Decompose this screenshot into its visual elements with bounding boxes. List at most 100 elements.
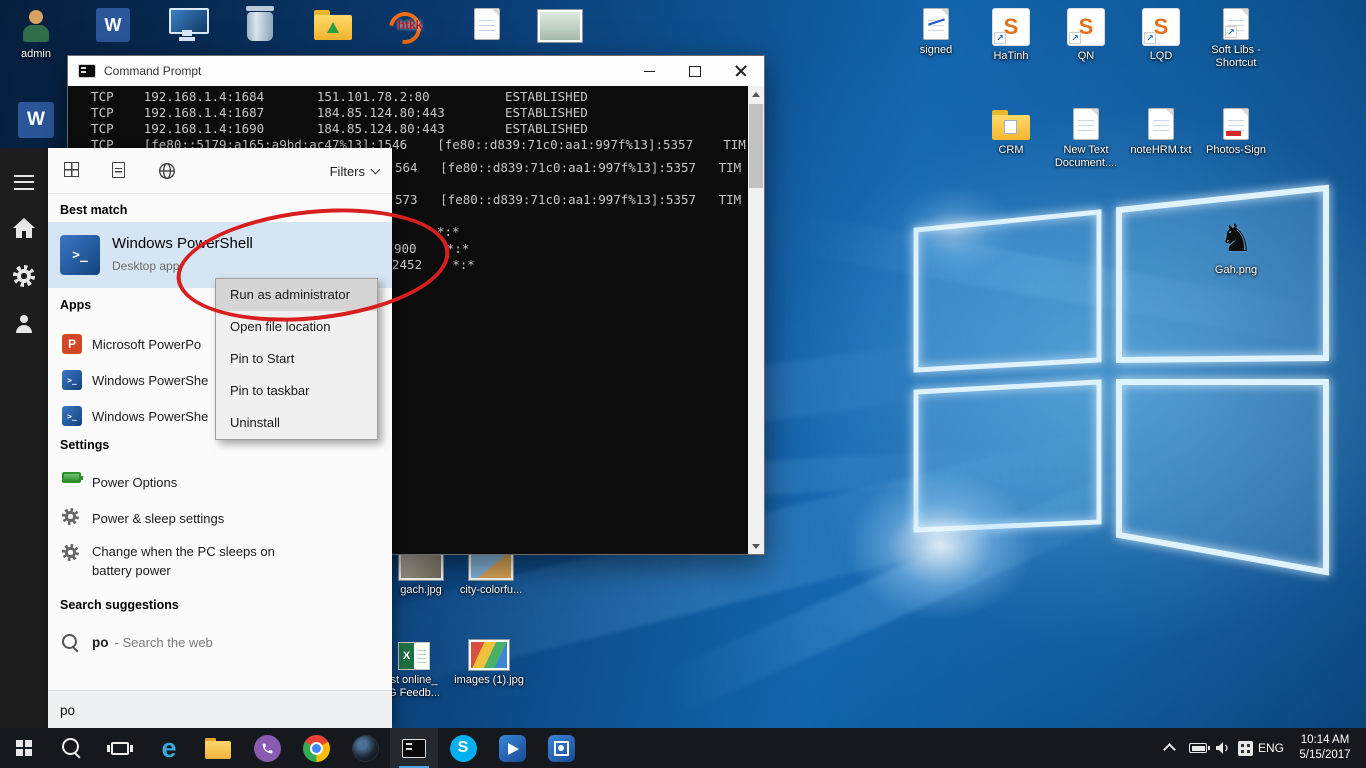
start-button[interactable] — [0, 728, 48, 768]
battery-icon — [1189, 743, 1207, 753]
search-suggestion-result[interactable]: po - Search the web — [48, 624, 392, 660]
gear-icon — [62, 508, 79, 525]
search-flyout-rail — [0, 148, 48, 728]
apps-filter-button[interactable] — [64, 162, 79, 177]
console-line-fragment: 573 [fe80::d839:71c0:aa1:997f%13]:5357 T… — [395, 192, 741, 208]
settings-result-label: Power Options — [92, 464, 177, 500]
desktop-icon-document[interactable] — [451, 8, 523, 40]
settings-result-pc-sleep-battery[interactable]: Change when the PC sleeps on battery pow… — [48, 536, 392, 586]
settings-result-power-sleep[interactable]: Power & sleep settings — [48, 500, 392, 536]
settings-result-label: Change when the PC sleeps on battery pow… — [92, 542, 307, 580]
tray-clock[interactable]: 10:14 AM 5/15/2017 — [1290, 733, 1360, 763]
documents-filter-button[interactable] — [112, 162, 125, 178]
word-icon: W — [18, 102, 54, 138]
desktop-icon-hatinh[interactable]: S↗ HaTinh — [975, 8, 1047, 63]
gah-image-icon: ♞ — [1219, 218, 1253, 260]
icon-label: admin — [21, 48, 51, 61]
desktop-icon-gach-jpg[interactable]: gach.jpg — [385, 548, 457, 597]
search-icon — [62, 634, 80, 652]
desktop-icon-new-text-document[interactable]: New Text Document.... — [1050, 108, 1122, 170]
app-result-label: Windows PowerShe — [92, 398, 208, 434]
desktop-icon-htkk[interactable]: htkk — [374, 6, 446, 44]
powershell-glyph: >_ — [67, 412, 77, 421]
desktop-icon-signed[interactable]: signed — [900, 8, 972, 57]
power-options-icon — [62, 472, 81, 483]
search-input[interactable] — [60, 691, 360, 729]
taskbar-blue-app-2[interactable] — [537, 728, 585, 768]
minimize-button[interactable] — [626, 56, 672, 86]
taskbar-blue-app-1[interactable] — [488, 728, 536, 768]
desktop-icon-word-2[interactable]: W — [0, 102, 72, 138]
taskbar-file-explorer[interactable] — [194, 728, 242, 768]
icon-label: images (1).jpg — [454, 674, 524, 687]
desktop-icon-drive-folder[interactable] — [297, 10, 369, 40]
menu-item-uninstall[interactable]: Uninstall — [216, 407, 377, 439]
word-icon: W — [96, 8, 130, 42]
tray-language[interactable]: ENG — [1258, 728, 1284, 768]
taskbar-dark-round-app[interactable] — [341, 728, 389, 768]
desktop-icon-picture[interactable] — [524, 10, 596, 42]
desktop-icon-lqd[interactable]: S↗ LQD — [1125, 8, 1197, 63]
filters-dropdown[interactable]: Filters — [330, 148, 379, 194]
desktop-icon-soft-libs[interactable]: ↗ Soft Libs - Shortcut — [1200, 8, 1272, 70]
desktop-icon-city-colorful[interactable]: city-colorfu... — [455, 548, 527, 597]
scroll-up-arrow-icon[interactable] — [748, 86, 764, 102]
shortcut-arrow-icon: ↗ — [1144, 32, 1156, 44]
home-button[interactable] — [0, 206, 48, 250]
tray-show-hidden-icons[interactable] — [1156, 728, 1182, 768]
desktop-icon-recycle-bin[interactable] — [224, 6, 296, 42]
document-icon: ↗ — [1223, 8, 1249, 40]
icon-label: noteHRM.txt — [1130, 144, 1191, 157]
taskbar-edge[interactable]: e — [145, 728, 193, 768]
title-bar[interactable]: Command Prompt — [68, 56, 764, 86]
feedback-button[interactable] — [0, 302, 48, 346]
hamburger-icon — [14, 175, 34, 190]
taskbar-command-prompt[interactable] — [390, 728, 438, 768]
app-result-label: Microsoft PowerPo — [92, 326, 201, 362]
signed-doc-icon — [923, 8, 949, 40]
scroll-down-arrow-icon[interactable] — [748, 538, 764, 554]
hamburger-menu-button[interactable] — [0, 160, 48, 204]
search-filter-bar: Filters — [48, 148, 392, 194]
menu-item-pin-to-taskbar[interactable]: Pin to taskbar — [216, 375, 377, 407]
skype-icon: S — [450, 735, 477, 762]
desktop-icon-computer[interactable] — [151, 8, 223, 40]
taskbar-viber[interactable] — [243, 728, 291, 768]
filters-label: Filters — [330, 164, 365, 179]
desktop-icon-qn[interactable]: S↗ QN — [1050, 8, 1122, 63]
app-result-label: Windows PowerShe — [92, 362, 208, 398]
console-scrollbar[interactable] — [748, 86, 764, 554]
taskbar-search-button[interactable] — [48, 728, 96, 768]
search-input-bar[interactable] — [48, 690, 392, 728]
red-band — [1226, 131, 1241, 136]
settings-button[interactable] — [0, 254, 48, 298]
desktop-icon-crm[interactable]: CRM — [975, 110, 1047, 157]
menu-item-pin-to-start[interactable]: Pin to Start — [216, 343, 377, 375]
task-view-button[interactable] — [96, 728, 144, 768]
desktop-icon-photos-sign[interactable]: Photos-Sign — [1200, 108, 1272, 157]
tray-battery[interactable] — [1184, 728, 1212, 768]
icon-label: Photos-Sign — [1206, 144, 1266, 157]
icon-label: st online_ G Feedb... — [388, 674, 440, 700]
tray-ime[interactable] — [1232, 728, 1258, 768]
desktop-icon-notehrm[interactable]: noteHRM.txt — [1125, 108, 1197, 157]
section-header-apps: Apps — [60, 298, 91, 312]
desktop-icon-images-1-jpg[interactable]: images (1).jpg — [453, 640, 525, 687]
document-icon — [474, 8, 500, 40]
settings-result-power-options[interactable]: Power Options — [48, 464, 392, 500]
notepad-doc-icon — [1148, 108, 1174, 140]
sheet-lines — [417, 647, 426, 665]
desktop-icon-gah-png[interactable]: ♞ Gah.png — [1200, 218, 1272, 277]
desktop-icon-admin[interactable]: admin — [0, 8, 72, 61]
icon-label: Soft Libs - Shortcut — [1200, 44, 1272, 70]
folder-content — [1004, 120, 1017, 134]
desktop-icon-word-doc[interactable]: W — [77, 8, 149, 42]
maximize-button[interactable] — [672, 56, 718, 86]
taskbar-chrome[interactable] — [292, 728, 340, 768]
person-icon — [14, 315, 34, 333]
close-button[interactable] — [718, 56, 764, 86]
web-filter-button[interactable] — [158, 162, 176, 185]
scrollbar-thumb[interactable] — [749, 104, 763, 188]
settings-result-label: Power & sleep settings — [92, 500, 224, 536]
taskbar-skype[interactable]: S — [439, 728, 487, 768]
